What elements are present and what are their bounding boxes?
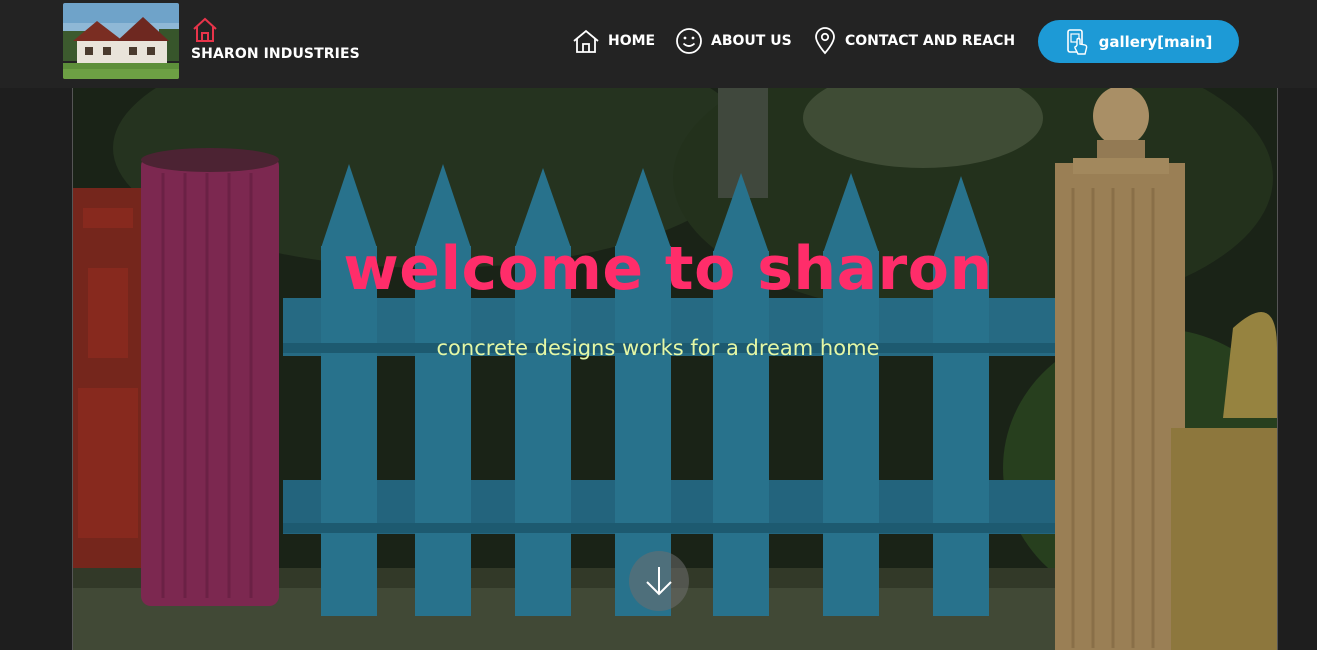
hero-section: welcome to sharon concrete designs works… <box>72 88 1278 650</box>
arrow-down-icon <box>646 567 672 596</box>
nav-contact[interactable]: CONTACT AND REACH <box>813 26 1015 56</box>
logo-house-photo[interactable] <box>63 3 179 79</box>
home-icon <box>573 29 599 53</box>
smiley-icon <box>676 28 702 54</box>
gallery-button-label: gallery[main] <box>1098 32 1213 51</box>
house-outline-icon <box>193 17 217 42</box>
hero-subtitle: concrete designs works for a dream home <box>436 336 880 360</box>
gallery-button[interactable]: gallery[main] <box>1038 20 1239 63</box>
top-navbar: SHARON INDUSTRIES HOME ABOUT US CONTACT … <box>0 0 1317 88</box>
brand-name[interactable]: SHARON INDUSTRIES <box>191 46 360 62</box>
hero-title: welcome to sharon <box>343 234 993 304</box>
touch-phone-icon <box>1066 28 1087 55</box>
nav-contact-label: CONTACT AND REACH <box>845 33 1016 49</box>
nav-about-us[interactable]: ABOUT US <box>675 26 792 56</box>
scroll-down-button[interactable] <box>629 551 689 611</box>
nav-home[interactable]: HOME <box>572 26 655 56</box>
nav-home-label: HOME <box>608 33 656 49</box>
map-pin-icon <box>815 27 835 55</box>
nav-about-label: ABOUT US <box>711 33 792 49</box>
